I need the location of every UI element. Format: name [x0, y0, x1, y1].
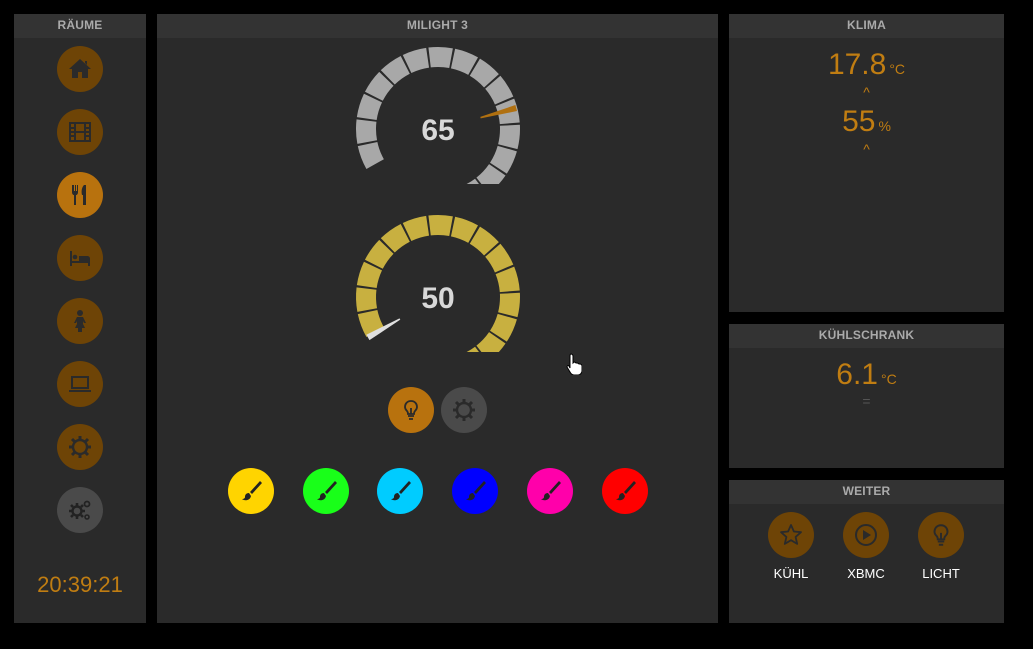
milight-title: MILIGHT 3 [157, 14, 718, 38]
play-icon [855, 524, 877, 546]
brush-icon [541, 481, 561, 501]
fridge-temperature-trend: = [862, 393, 871, 409]
laptop-icon [69, 376, 91, 392]
white-value: 50 [421, 282, 455, 315]
film-icon [69, 122, 91, 142]
kuehl-label[interactable]: KÜHL [751, 566, 831, 581]
white-gauge[interactable]: 50 [353, 212, 523, 379]
fork-knife-icon [72, 185, 86, 205]
fridge-title: KÜHLSCHRANK [729, 324, 1004, 348]
weiter-title: WEITER [729, 480, 1004, 504]
room-system-button[interactable] [57, 487, 103, 533]
licht-label[interactable]: LICHT [901, 566, 981, 581]
weiter-panel: WEITER KÜHL XBMC LICHT [729, 480, 1004, 623]
color-yellow-button[interactable] [228, 468, 274, 514]
brush-icon [616, 481, 636, 501]
klima-panel: KLIMA 17.8 °C ^ 55% ^ [729, 14, 1004, 312]
licht-button[interactable] [918, 512, 964, 558]
gauge-segment [428, 47, 453, 69]
temperature-value: 17.8 [827, 48, 887, 81]
person-icon [74, 310, 86, 332]
fridge-temperature-value: 6.1 [836, 358, 878, 391]
hand-cursor-icon [566, 353, 582, 375]
humidity-reading: 55% [729, 105, 1004, 139]
room-home-button[interactable] [57, 46, 103, 92]
temperature-reading: 17.8 °C [729, 48, 1004, 82]
milight-panel: MILIGHT 3 65 50 [157, 14, 718, 623]
bulb-icon [933, 524, 949, 546]
brightness-value: 65 [421, 114, 455, 147]
brush-icon [466, 481, 486, 501]
brush-icon [317, 481, 337, 501]
bed-icon [70, 251, 90, 266]
fridge-temperature-unit: °C [881, 371, 897, 387]
temperature-unit: °C [889, 61, 906, 77]
brightness-gauge[interactable]: 65 [353, 44, 523, 211]
fridge-panel: KÜHLSCHRANK 6.1 °C = [729, 324, 1004, 468]
fridge-temperature-reading: 6.1 °C [729, 358, 1004, 392]
color-magenta-button[interactable] [527, 468, 573, 514]
klima-title: KLIMA [729, 14, 1004, 38]
gear-icon [453, 399, 475, 421]
color-green-button[interactable] [303, 468, 349, 514]
star-icon [780, 524, 802, 545]
rooms-title: RÄUME [14, 14, 146, 38]
home-icon [69, 59, 91, 78]
clock: 20:39:21 [37, 572, 123, 597]
temperature-trend: ^ [863, 84, 870, 100]
brush-icon [391, 481, 411, 501]
room-office-button[interactable] [57, 361, 103, 407]
rooms-panel: RÄUME 20:39:21 [14, 14, 146, 623]
effect-mode-button[interactable] [441, 387, 487, 433]
xbmc-label[interactable]: XBMC [826, 566, 906, 581]
room-bedroom-button[interactable] [57, 235, 103, 281]
kuehl-button[interactable] [768, 512, 814, 558]
color-blue-button[interactable] [452, 468, 498, 514]
room-child-button[interactable] [57, 298, 103, 344]
color-cyan-button[interactable] [377, 468, 423, 514]
color-red-button[interactable] [602, 468, 648, 514]
gauge-segment [428, 215, 453, 237]
bulb-icon [404, 400, 418, 420]
gears-icon [69, 500, 91, 520]
xbmc-button[interactable] [843, 512, 889, 558]
brush-icon [242, 481, 262, 501]
bulb-mode-button[interactable] [388, 387, 434, 433]
humidity-unit: % [878, 118, 891, 134]
humidity-value: 55 [842, 105, 876, 138]
room-dining-button[interactable] [57, 172, 103, 218]
gear-icon [69, 436, 91, 458]
room-film-button[interactable] [57, 109, 103, 155]
humidity-trend: ^ [863, 141, 870, 157]
room-settings-button[interactable] [57, 424, 103, 470]
